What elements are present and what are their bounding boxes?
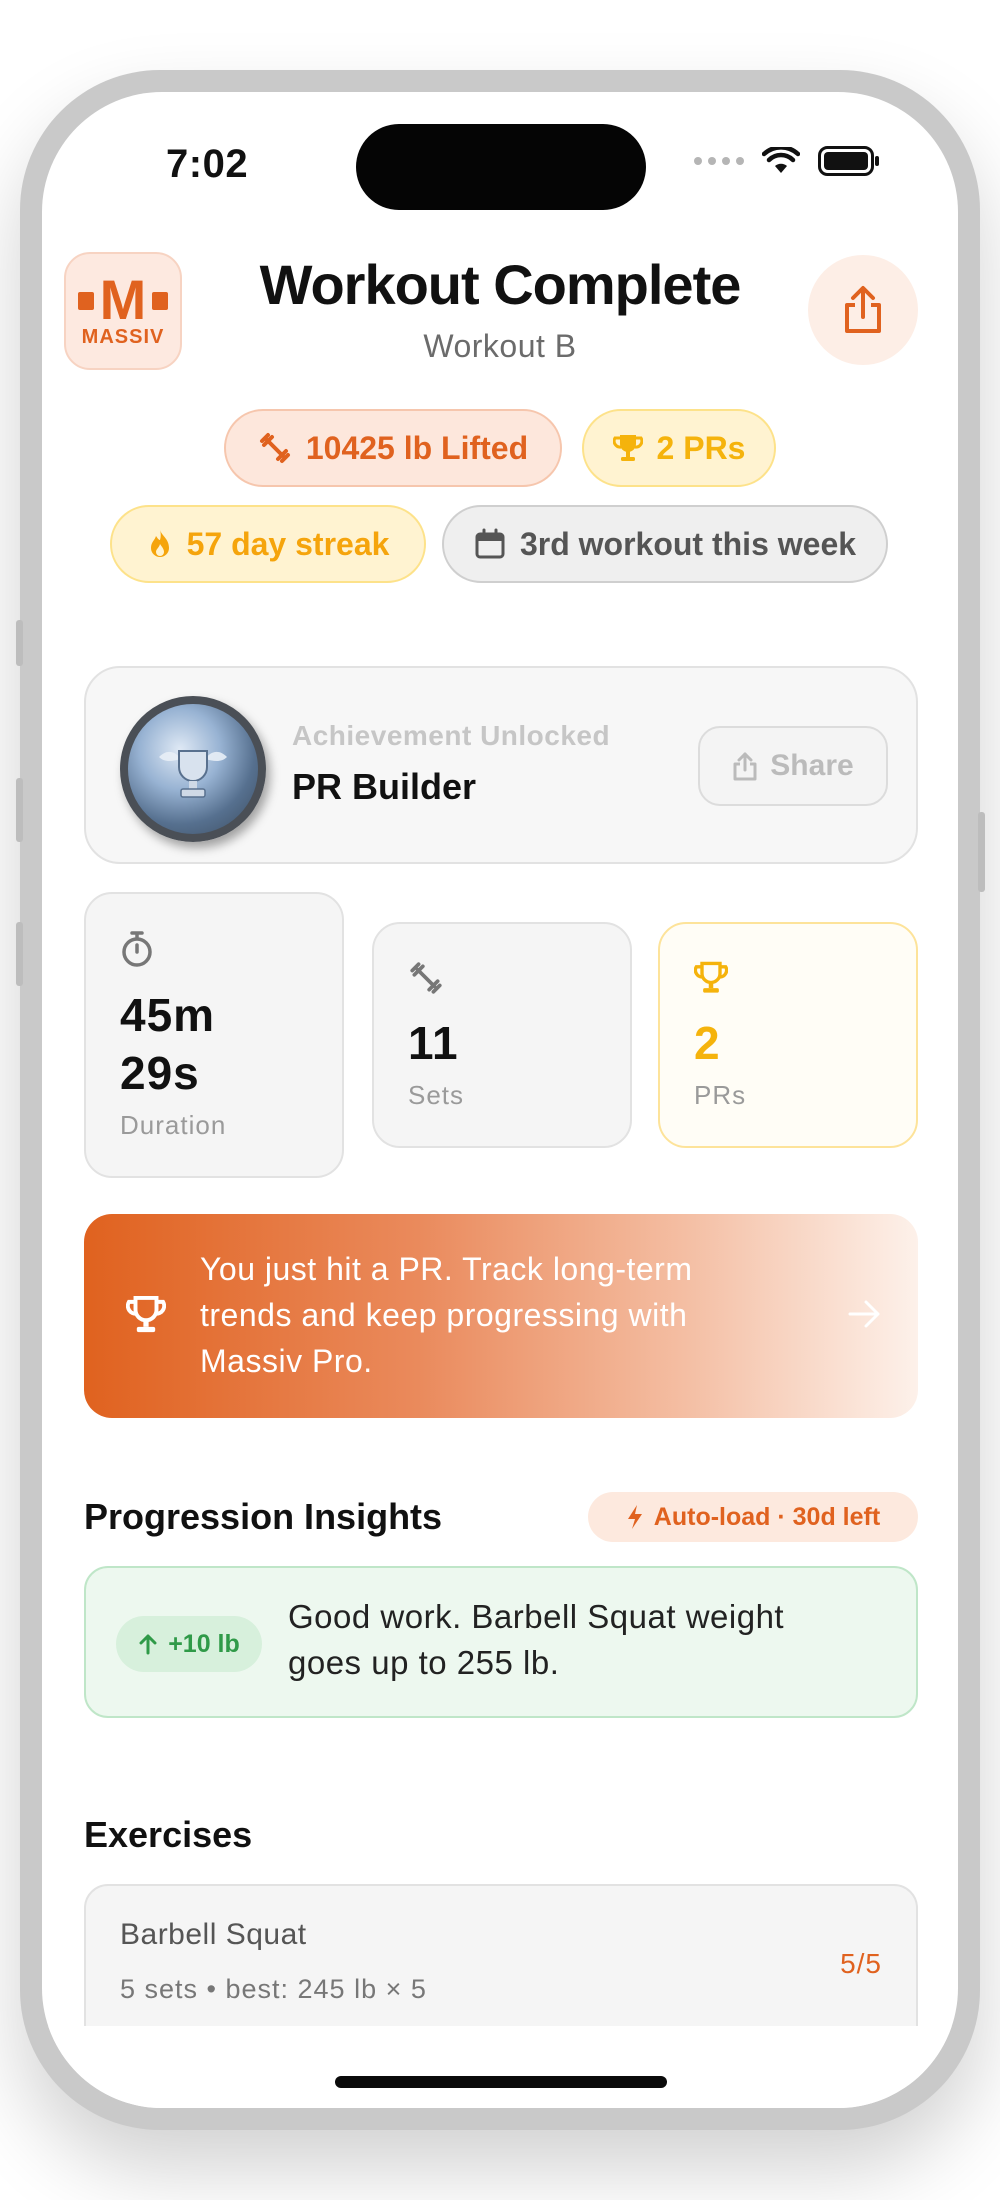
share-icon xyxy=(733,752,757,781)
arrow-up-icon xyxy=(139,1634,157,1655)
achievement-card: Achievement Unlocked PR Builder Share xyxy=(84,666,918,864)
prs-chip: 2 PRs xyxy=(582,409,776,487)
flame-icon xyxy=(150,530,169,557)
phone-side-button xyxy=(16,620,23,666)
exercise-name: Barbell Squat xyxy=(120,1918,307,1951)
dumbbell-icon xyxy=(410,962,442,994)
status-time: 7:02 xyxy=(166,142,249,186)
prs-chip-label: 2 PRs xyxy=(656,429,746,466)
achievement-name: PR Builder xyxy=(292,766,477,807)
weight-delta-badge: +10 lb xyxy=(116,1616,262,1672)
exercises-title: Exercises xyxy=(84,1814,253,1855)
bottom-safe-area xyxy=(42,2026,958,2108)
prs-card: 2 PRs xyxy=(658,922,918,1148)
share-button[interactable] xyxy=(808,255,918,365)
streak-chip-label: 57 day streak xyxy=(186,525,390,562)
exercise-set-count: 5/5 xyxy=(840,1948,882,1979)
achievement-share-button[interactable]: Share xyxy=(698,726,888,806)
dumbbell-icon xyxy=(259,433,290,463)
trophy-icon xyxy=(694,961,728,993)
achievement-share-label: Share xyxy=(770,749,854,782)
insight-card: +10 lb Good work. Barbell Squat weight g… xyxy=(84,1566,918,1718)
autoload-badge: Auto-load · 30d left xyxy=(588,1492,918,1542)
pro-upsell-banner[interactable]: You just hit a PR. Track long-term trend… xyxy=(84,1214,918,1418)
share-icon xyxy=(845,286,881,333)
wifi-icon xyxy=(762,147,800,173)
trophy-icon xyxy=(126,1295,166,1333)
signal-icon xyxy=(694,157,744,165)
exercise-meta: 5 sets • best: 245 lb × 5 xyxy=(120,1974,427,2004)
sets-value: 11 xyxy=(408,1017,459,1069)
autoload-label: Auto-load · 30d left xyxy=(653,1502,881,1531)
battery-icon xyxy=(818,146,879,176)
prs-value: 2 xyxy=(694,1017,721,1069)
sets-label: Sets xyxy=(408,1080,465,1110)
achievement-label: Achievement Unlocked xyxy=(292,720,611,751)
week-chip-label: 3rd workout this week xyxy=(519,525,857,562)
stopwatch-icon xyxy=(122,931,152,967)
lifted-chip: 10425 lb Lifted xyxy=(224,409,562,487)
trophy-icon xyxy=(612,435,643,461)
phone-side-button xyxy=(978,812,985,892)
bolt-icon xyxy=(627,1505,642,1529)
home-indicator[interactable] xyxy=(335,2076,667,2088)
prs-label: PRs xyxy=(694,1080,747,1110)
streak-chip: 57 day streak xyxy=(110,505,426,583)
duration-card: 45m 29s Duration xyxy=(84,892,344,1178)
duration-label: Duration xyxy=(120,1110,227,1140)
dynamic-island xyxy=(356,124,646,210)
insights-title: Progression Insights xyxy=(84,1496,443,1537)
calendar-icon xyxy=(475,528,505,559)
phone-side-button xyxy=(16,922,23,986)
weight-delta-label: +10 lb xyxy=(168,1629,240,1658)
duration-value: 45m 29s xyxy=(120,989,216,1099)
sets-card: 11 Sets xyxy=(372,922,632,1148)
lifted-chip-label: 10425 lb Lifted xyxy=(305,429,529,466)
status-icons xyxy=(694,146,880,176)
app-screen: 7:02 M MASSIV Workout Complete Workout B xyxy=(42,92,958,2108)
arrow-right-icon xyxy=(848,1300,880,1328)
insight-message: Good work. Barbell Squat weight goes up … xyxy=(288,1598,785,1681)
week-chip: 3rd workout this week xyxy=(442,505,888,583)
trophy-medal-icon xyxy=(120,696,266,842)
phone-side-button xyxy=(16,778,23,842)
promo-text: You just hit a PR. Track long-term trend… xyxy=(200,1251,693,1379)
